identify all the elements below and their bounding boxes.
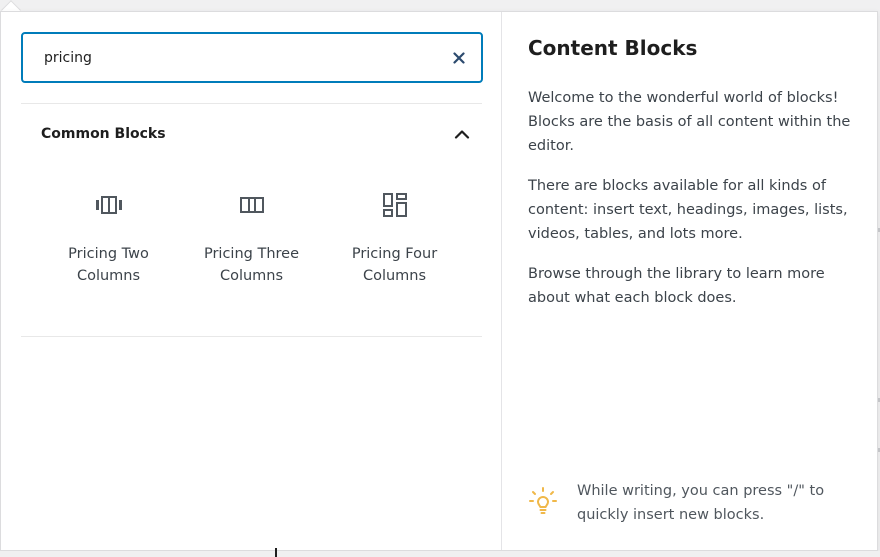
block-label: Pricing Two Columns xyxy=(68,246,149,284)
search-box[interactable] xyxy=(21,32,483,83)
tip-text: While writing, you can press "/" to quic… xyxy=(577,483,825,523)
editor-cursor-mark xyxy=(275,548,277,557)
inserter-panel: Common Blocks Pricing Two Columns xyxy=(1,12,502,550)
divider xyxy=(21,336,482,337)
block-inserter-popover: Common Blocks Pricing Two Columns xyxy=(0,11,878,551)
close-icon xyxy=(453,51,465,64)
info-paragraph: Browse through the library to learn more… xyxy=(528,266,825,306)
info-title: Content Blocks xyxy=(528,36,698,60)
block-pricing-two-columns[interactable]: Pricing Two Columns xyxy=(37,180,180,310)
info-paragraph: Welcome to the wonderful world of blocks… xyxy=(528,90,851,154)
three-columns-icon xyxy=(180,180,323,230)
block-pricing-four-columns[interactable]: Pricing Four Columns xyxy=(323,180,466,310)
two-columns-icon xyxy=(37,180,180,230)
four-columns-icon xyxy=(323,180,466,230)
common-blocks-toggle[interactable]: Common Blocks xyxy=(21,116,482,152)
search-input[interactable] xyxy=(23,34,437,81)
tip: While writing, you can press "/" to quic… xyxy=(528,479,847,527)
clear-search-button[interactable] xyxy=(437,34,481,81)
section-title: Common Blocks xyxy=(41,126,166,142)
chevron-up-icon[interactable] xyxy=(442,116,482,152)
lightbulb-icon xyxy=(529,487,557,514)
editor-background xyxy=(0,551,880,557)
block-label: Pricing Four Columns xyxy=(351,246,438,284)
info-paragraph: There are blocks available for all kinds… xyxy=(528,178,848,242)
block-pricing-three-columns[interactable]: Pricing Three Columns xyxy=(180,180,323,310)
block-label: Pricing Three Columns xyxy=(203,246,299,284)
block-info-panel: Content Blocks Welcome to the wonderful … xyxy=(502,12,877,550)
divider xyxy=(21,103,482,104)
block-list: Pricing Two Columns Pricing Three Column… xyxy=(37,180,466,310)
